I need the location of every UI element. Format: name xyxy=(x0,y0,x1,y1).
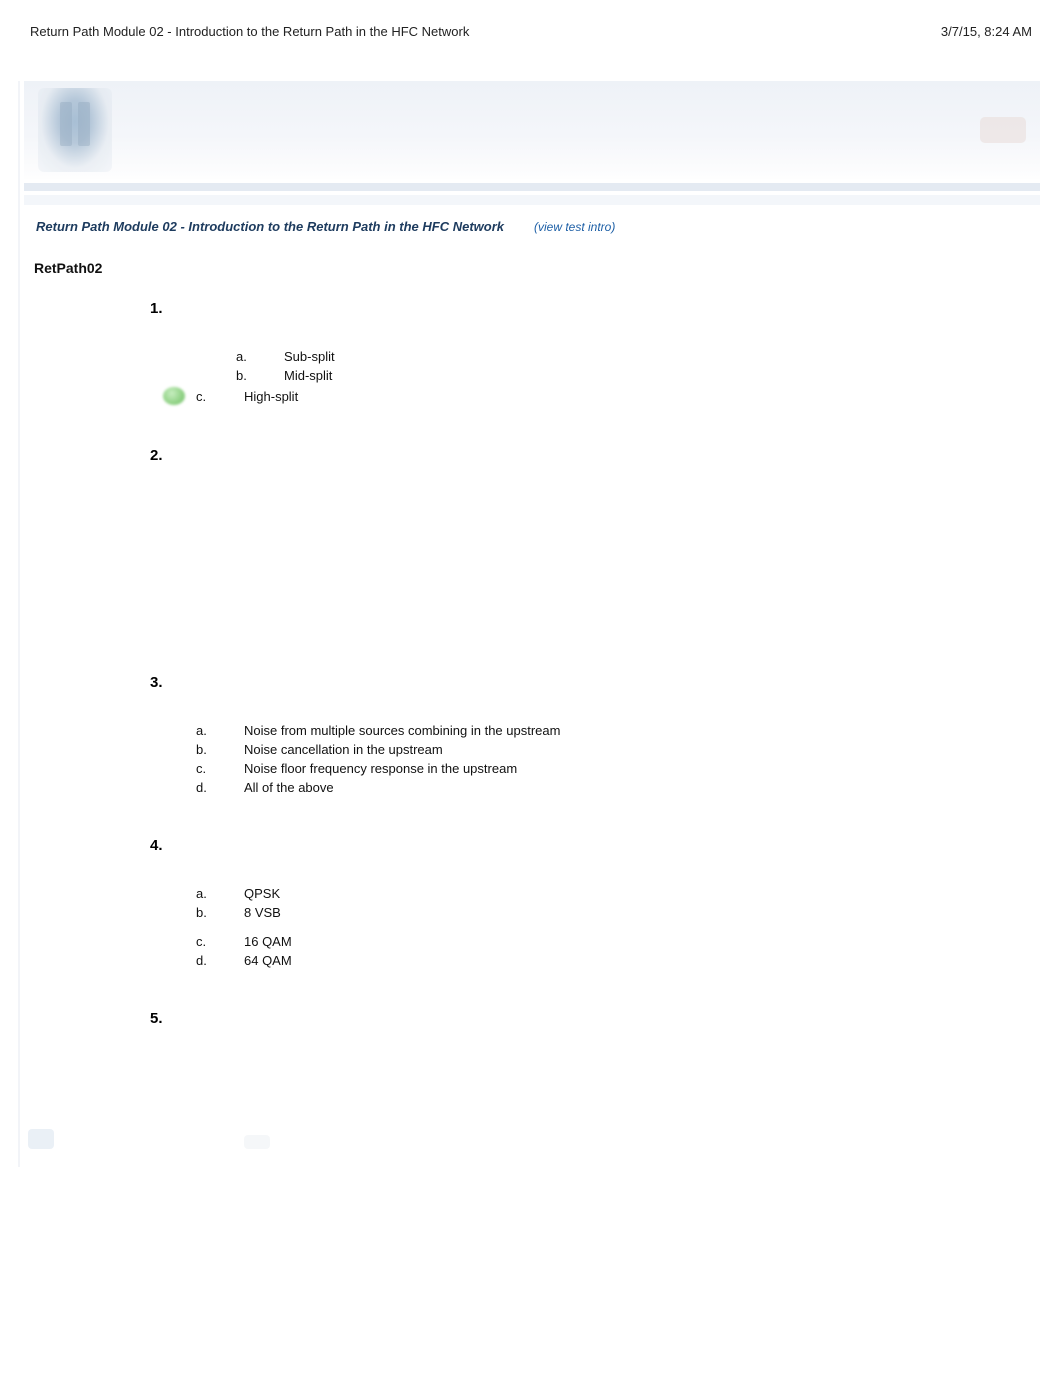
option-text: QPSK xyxy=(234,886,280,901)
footer-blur-left xyxy=(28,1129,54,1149)
question-2: 2. xyxy=(20,447,1044,634)
option-row[interactable]: d. All of the above xyxy=(20,778,1044,797)
question-number: 2. xyxy=(20,447,1044,464)
option-letter: a. xyxy=(234,349,274,364)
option-letter: c. xyxy=(194,389,234,404)
header-right: 3/7/15, 8:24 AM xyxy=(941,24,1032,39)
option-row[interactable]: b. 8 VSB xyxy=(20,903,1044,922)
correct-mark-slot xyxy=(154,387,194,405)
option-text: 64 QAM xyxy=(234,953,292,968)
banner-right-blur xyxy=(980,117,1026,143)
option-letter: b. xyxy=(194,905,234,920)
question-number: 1. xyxy=(20,300,1044,317)
footer-blur-mid xyxy=(244,1135,270,1149)
view-test-intro-link[interactable]: (view test intro) xyxy=(534,220,615,234)
questions: 1. a. Sub-split b. Mid-split c. xyxy=(20,276,1044,1167)
question-number: 5. xyxy=(20,1010,1044,1027)
title-row: Return Path Module 02 - Introduction to … xyxy=(20,205,1044,240)
logo-icon xyxy=(38,88,112,172)
option-text: High-split xyxy=(234,389,298,404)
option-row[interactable]: a. Noise from multiple sources combining… xyxy=(20,721,1044,740)
option-text: Mid-split xyxy=(274,368,332,383)
banner-strip xyxy=(24,183,1040,191)
course-title: Return Path Module 02 - Introduction to … xyxy=(36,219,504,234)
header-left: Return Path Module 02 - Introduction to … xyxy=(30,24,469,39)
banner xyxy=(24,81,1040,179)
option-letter: b. xyxy=(194,742,234,757)
option-row[interactable]: c. High-split xyxy=(20,385,1044,407)
option-row[interactable]: c. 16 QAM xyxy=(20,932,1044,951)
option-letter: a. xyxy=(194,723,234,738)
question-1: 1. a. Sub-split b. Mid-split c. xyxy=(20,300,1044,407)
correct-indicator-icon xyxy=(163,387,185,405)
option-text: 16 QAM xyxy=(234,934,292,949)
option-letter: c. xyxy=(194,761,234,776)
question-4: 4. a. QPSK b. 8 VSB c. 16 QAM d. 64 QAM xyxy=(20,837,1044,970)
question-options: a. Sub-split b. Mid-split c. High-split xyxy=(20,347,1044,407)
course-code: RetPath02 xyxy=(20,240,1044,276)
question-number: 4. xyxy=(20,837,1044,854)
option-letter: b. xyxy=(234,368,274,383)
page-header: Return Path Module 02 - Introduction to … xyxy=(0,0,1062,45)
option-text: Noise cancellation in the upstream xyxy=(234,742,443,757)
option-letter: d. xyxy=(194,780,234,795)
option-text: Noise from multiple sources combining in… xyxy=(234,723,560,738)
option-text: 8 VSB xyxy=(234,905,281,920)
question-options: a. QPSK b. 8 VSB c. 16 QAM d. 64 QAM xyxy=(20,884,1044,970)
option-row[interactable]: c. Noise floor frequency response in the… xyxy=(20,759,1044,778)
question-body-blank xyxy=(20,464,1044,634)
option-text: Noise floor frequency response in the up… xyxy=(234,761,517,776)
option-letter: c. xyxy=(194,934,234,949)
page-body: Return Path Module 02 - Introduction to … xyxy=(18,81,1044,1167)
question-options: a. Noise from multiple sources combining… xyxy=(20,721,1044,797)
option-text: All of the above xyxy=(234,780,334,795)
option-row[interactable]: b. Noise cancellation in the upstream xyxy=(20,740,1044,759)
option-row[interactable]: a. Sub-split xyxy=(20,347,1044,366)
option-letter: d. xyxy=(194,953,234,968)
option-row[interactable]: b. Mid-split xyxy=(20,366,1044,385)
question-5: 5. xyxy=(20,1010,1044,1167)
question-3: 3. a. Noise from multiple sources combin… xyxy=(20,674,1044,797)
option-letter: a. xyxy=(194,886,234,901)
option-row[interactable]: d. 64 QAM xyxy=(20,951,1044,970)
banner-strip xyxy=(24,195,1040,205)
question-number: 3. xyxy=(20,674,1044,691)
option-text: Sub-split xyxy=(274,349,335,364)
question-body-blank xyxy=(20,1027,1044,1167)
option-row[interactable]: a. QPSK xyxy=(20,884,1044,903)
